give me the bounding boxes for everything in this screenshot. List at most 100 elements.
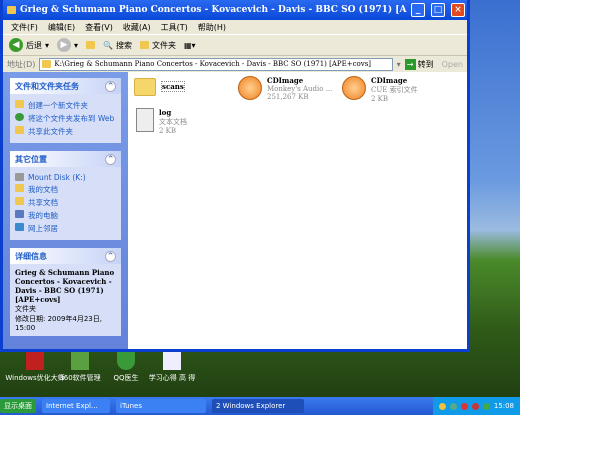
desktop-icon-label: QQ医生 [113,374,139,382]
menu-edit[interactable]: 编辑(E) [48,22,75,33]
taskbar: 显示桌面 Internet Expl... iTunes 2 Windows E… [0,397,520,415]
details-panel: 详细信息 ^ Grieg & Schumann Piano Concertos -… [10,248,121,336]
menu-view[interactable]: 查看(V) [85,22,113,33]
place-mount-disk[interactable]: Mount Disk (K:) [15,173,116,182]
text-file-icon [136,108,154,132]
place-network[interactable]: 网上邻居 [15,223,116,234]
file-name: CDImage [267,76,304,85]
panel-title: 文件和文件夹任务 [15,81,79,91]
taskbar-item-ie[interactable]: Internet Expl... [42,399,110,413]
go-label: 转到 [417,59,434,69]
forward-button[interactable]: ▶ ▾ [57,38,78,52]
address-input[interactable]: K:\Grieg & Schumann Piano Concertos - Ko… [39,57,393,71]
window-title: Grieg & Schumann Piano Concertos - Kovac… [20,5,407,15]
file-name: log [159,108,172,117]
word-document-icon [163,352,181,370]
place-label: 我的文档 [28,185,58,194]
file-view: scans CDImage Monkey's Audio ... 251,267 K… [128,72,467,349]
menu-help[interactable]: 帮助(H) [198,22,226,33]
menu-bar: 文件(F) 编辑(E) 查看(V) 收藏(A) 工具(T) 帮助(H) [3,20,467,34]
places-panel-header[interactable]: 其它位置 ^ [10,151,121,167]
desktop-icon-document[interactable]: 学习心得 高 得 [142,352,202,383]
cue-file-icon [342,76,366,100]
tray-icon[interactable] [482,402,490,410]
collapse-icon[interactable]: ^ [105,153,116,165]
details-type: 文件夹 [15,305,36,313]
task-new-folder[interactable]: 创建一个新文件夹 [15,100,116,111]
task-label: 共享此文件夹 [28,127,73,136]
search-button[interactable]: 🔍 搜索 [103,40,132,51]
toolbar: ◀ 后退 ▾ ▶ ▾ 🔍 搜索 文件夹 ▦▾ [3,34,467,56]
menu-favorites[interactable]: 收藏(A) [123,22,151,33]
task-label: 将这个文件夹发布到 Web [28,114,115,123]
folder-icon [42,60,52,68]
tasks-panel: 文件和文件夹任务 ^ 创建一个新文件夹 将这个文件夹发布到 Web 共享此文件夹 [10,78,121,143]
file-type: CUE 索引文件 [371,86,418,94]
back-label: 后退 [26,40,42,50]
file-type: 文本文档 [159,118,187,126]
network-icon [15,223,24,231]
forward-arrow-icon: ▶ [57,38,72,52]
show-desktop-button[interactable]: 显示桌面 [0,399,36,413]
folders-icon [140,41,149,49]
address-label: 地址(D) [7,59,36,69]
up-button[interactable] [86,41,96,49]
folder-icon [134,78,156,96]
collapse-icon[interactable]: ^ [105,250,116,262]
maximize-button[interactable]: □ [431,3,445,17]
file-item[interactable]: CDImage Monkey's Audio ... 251,267 KB [238,76,332,101]
folder-icon [15,197,24,205]
panel-title: 详细信息 [15,251,47,261]
address-value: K:\Grieg & Schumann Piano Concertos - Ko… [54,60,372,68]
details-modified: 修改日期: 2009年4月23日, 15:00 [15,315,102,332]
software-manager-icon [71,352,89,370]
taskbar-item-explorer[interactable]: 2 Windows Explorer [212,399,304,413]
go-button[interactable]: → 转到 [404,58,434,70]
menu-tools[interactable]: 工具(T) [161,22,188,33]
clock[interactable]: 15:08 [494,402,514,410]
file-type: Monkey's Audio ... [267,85,333,93]
views-icon: ▦▾ [184,40,196,50]
task-publish-web[interactable]: 将这个文件夹发布到 Web [15,113,116,124]
address-dropdown[interactable]: ▾ [397,60,401,69]
tasks-panel-header[interactable]: 文件和文件夹任务 ^ [10,78,121,94]
file-name: scans [161,81,185,92]
collapse-icon[interactable]: ^ [105,80,116,92]
folders-label: 文件夹 [152,40,176,50]
tray-icon[interactable] [438,402,446,410]
file-size: 2 KB [371,95,389,103]
place-my-computer[interactable]: 我的电脑 [15,210,116,221]
drive-icon [15,173,24,181]
task-label: 创建一个新文件夹 [28,101,88,110]
address-bar: 地址(D) K:\Grieg & Schumann Piano Concerto… [3,56,467,72]
details-panel-header[interactable]: 详细信息 ^ [10,248,121,264]
folder-icon [7,6,16,14]
file-item[interactable]: log 文本文档 2 KB [136,108,187,135]
place-my-documents[interactable]: 我的文档 [15,184,116,195]
minimize-button[interactable]: _ [411,3,425,17]
place-label: 网上邻居 [28,224,58,233]
folders-button[interactable]: 文件夹 [140,40,176,51]
system-tray: 15:08 [432,397,520,415]
views-button[interactable]: ▦▾ [184,41,196,50]
file-item[interactable]: scans [134,78,185,96]
taskbar-item-itunes[interactable]: iTunes [116,399,206,413]
tray-icon[interactable] [449,402,457,410]
open-button[interactable]: Open [442,60,463,69]
desktop-icon-label: 360软件管理 [59,374,101,382]
up-folder-icon [86,41,96,49]
title-bar[interactable]: Grieg & Schumann Piano Concertos - Kovac… [3,0,467,20]
file-size: 2 KB [159,127,177,135]
place-shared-documents[interactable]: 共享文档 [15,197,116,208]
file-item[interactable]: CDImage CUE 索引文件 2 KB [342,76,418,103]
task-share-folder[interactable]: 共享此文件夹 [15,126,116,137]
tray-icon[interactable] [460,402,468,410]
back-button[interactable]: ◀ 后退 ▾ [9,38,49,52]
new-folder-icon [15,100,24,108]
explorer-window: Grieg & Schumann Piano Concertos - Kovac… [0,0,470,352]
file-size: 251,267 KB [267,93,309,101]
menu-file[interactable]: 文件(F) [11,22,38,33]
close-button[interactable]: × [451,3,465,17]
tray-icon[interactable] [471,402,479,410]
globe-icon [15,113,24,121]
